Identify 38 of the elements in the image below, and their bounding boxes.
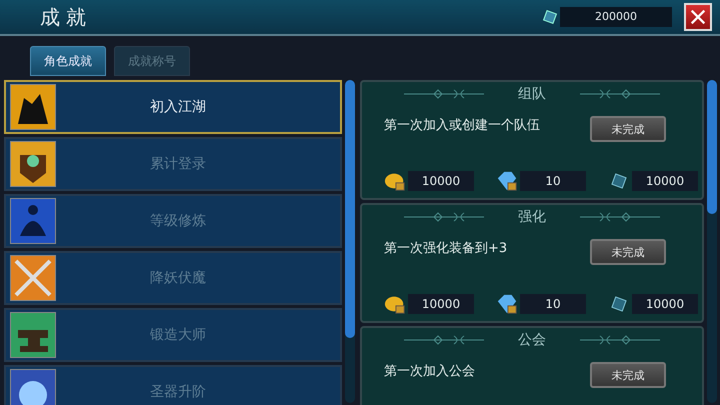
gem-icon — [542, 9, 558, 25]
close-icon — [689, 8, 707, 26]
task-title: 公会 — [517, 331, 547, 349]
window-title: 成就 — [40, 4, 92, 30]
task-title: 组队 — [517, 85, 547, 103]
status-button[interactable]: 未完成 — [590, 116, 666, 142]
task-description: 第一次强化装备到+3 — [384, 240, 508, 257]
achievement-item[interactable]: 降妖伏魔 — [4, 251, 342, 305]
meditation-icon — [10, 198, 56, 244]
reward-amount: 10000 — [632, 171, 698, 191]
achievement-item[interactable]: 等级修炼 — [4, 194, 342, 248]
currency-amount: 200000 — [560, 7, 672, 27]
scrollbar[interactable] — [345, 80, 355, 403]
achievement-item[interactable]: 初入江湖 — [4, 80, 342, 134]
task-description: 第一次加入或创建一个队伍 — [384, 117, 541, 134]
tab[interactable]: 角色成就 — [30, 46, 106, 76]
reward-amount: 10000 — [408, 294, 474, 314]
achievement-item[interactable]: 累计登录 — [4, 137, 342, 191]
achievement-item[interactable]: 圣器升阶 — [4, 365, 342, 405]
status-button[interactable]: 未完成 — [590, 362, 666, 388]
status-button[interactable]: 未完成 — [590, 239, 666, 265]
tab[interactable]: 成就称号 — [114, 46, 190, 76]
diamond-icon — [496, 293, 518, 315]
task-description: 第一次加入公会 — [384, 363, 476, 380]
scrollbar[interactable] — [707, 80, 717, 403]
reward-amount: 10000 — [408, 171, 474, 191]
reward-amount: 10 — [520, 294, 586, 314]
reward-amount: 10000 — [632, 294, 698, 314]
fighter-icon — [10, 84, 56, 130]
anvil-icon — [10, 312, 56, 358]
crossed-swords-icon — [10, 255, 56, 301]
close-button[interactable] — [684, 3, 712, 31]
task-title: 强化 — [517, 208, 547, 226]
mask-icon — [10, 141, 56, 187]
reward-amount: 10 — [520, 171, 586, 191]
orb-icon — [10, 369, 56, 405]
diamond-icon — [496, 170, 518, 192]
achievement-item[interactable]: 锻造大师 — [4, 308, 342, 362]
